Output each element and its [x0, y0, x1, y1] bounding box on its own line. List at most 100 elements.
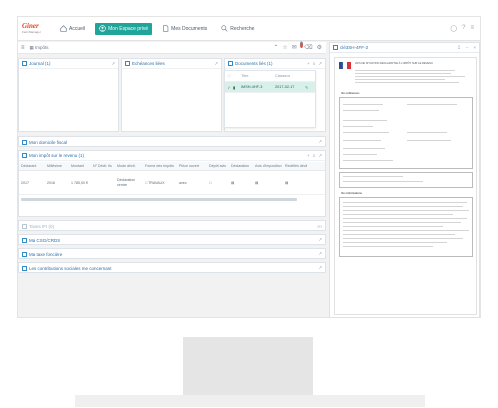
expand-icon[interactable]: ↗: [111, 61, 115, 67]
column-header[interactable]: Déclaration: [229, 164, 253, 168]
widget-header[interactable]: Documents liés (1) + ≡ ↗: [225, 59, 325, 69]
cell-declaration: ▤: [229, 181, 253, 185]
cell-mode: Déclaration centre: [115, 178, 143, 187]
folder-icon[interactable]: □: [209, 181, 211, 185]
workspace-toolbar: ≡ ▦ Impôts ⌃ ☆ ✉ 8 ⌫ ⚙: [18, 42, 326, 54]
documents-list-row[interactable]: ✓ ▮ IMSH-4HF-3 2017-02-17 ✎: [225, 82, 315, 93]
widget-header[interactable]: Taxes IFI (0) IFI: [19, 221, 325, 231]
column-header-title[interactable]: Titre: [241, 74, 275, 78]
section-label: Vos références: [341, 92, 360, 95]
column-header[interactable]: Rectifiés déclt: [283, 164, 307, 168]
horizontal-scrollbar[interactable]: [21, 198, 297, 201]
column-header-classeur[interactable]: Classeur: [275, 74, 305, 78]
column-header[interactable]: Déclarant: [19, 164, 45, 168]
search-icon: [221, 25, 228, 32]
expand-icon[interactable]: ↗: [318, 251, 322, 257]
expand-icon[interactable]: ↗: [318, 265, 322, 271]
document-icon[interactable]: ▤: [255, 181, 258, 185]
column-header[interactable]: Forme des Impôts: [143, 164, 177, 168]
cell-mode-value: Déclaration: [117, 177, 136, 182]
widget-header[interactable]: Journal (1) ↗: [19, 59, 118, 69]
logo-subtext: FarmManager: [22, 29, 41, 34]
close-icon[interactable]: ×: [473, 45, 476, 51]
app-logo[interactable]: Giner FarmManager: [22, 22, 50, 34]
widget-header[interactable]: Echéances liées ↗: [122, 59, 221, 69]
expand-icon[interactable]: ↗: [318, 153, 322, 159]
widget-header[interactable]: Ma taxe foncière ↗: [19, 249, 325, 259]
column-header[interactable]: Millésime: [45, 164, 69, 168]
add-icon[interactable]: +: [307, 153, 310, 159]
column-header[interactable]: N° Déclt. fis: [91, 164, 115, 168]
star-icon[interactable]: ☆: [282, 44, 287, 51]
journal-icon: [22, 61, 27, 66]
document-heading: AVIS DE SITUATION DÉCLARATIVE À L'IMPÔT …: [355, 62, 433, 65]
minimize-icon[interactable]: –: [466, 45, 469, 51]
row-checkbox[interactable]: ✓: [225, 85, 233, 90]
widget-title: Ma taxe foncière: [29, 251, 63, 257]
widget-header[interactable]: Mon domicile fiscal ↗: [19, 137, 325, 147]
notification-badge: 8: [299, 42, 304, 48]
column-header[interactable]: Avis d'imposition: [253, 164, 283, 168]
widget-contributions-sociales: Les contributions sociales me concernant…: [18, 262, 326, 273]
widget-title: Echéances liées: [132, 61, 165, 66]
widget-title: Journal (1): [29, 61, 51, 66]
nav-item-accueil[interactable]: Accueil: [56, 23, 89, 35]
revenus-table: Déclarant Millésime Montant N° Déclt. fi…: [19, 162, 325, 195]
cell-forme-value: TRAVAUX: [148, 180, 165, 185]
expand-icon[interactable]: ↗: [318, 61, 322, 67]
documents-dropdown-list: □ Titre Classeur ✓ ▮ IMSH-4HF-3 2017-02-…: [224, 70, 316, 128]
republic-logo-icon: [339, 62, 351, 70]
notifications-icon[interactable]: ✉ 8: [292, 42, 304, 51]
download-icon[interactable]: ↧: [457, 45, 461, 51]
breadcrumb-label: Impôts: [35, 44, 49, 50]
hamburger-menu-icon[interactable]: ≡: [21, 45, 25, 51]
expand-icon[interactable]: ↗: [214, 61, 218, 67]
filter-icon[interactable]: ≡: [313, 61, 316, 67]
folder-icon: [228, 61, 233, 66]
building-icon: [22, 251, 27, 257]
bell-icon[interactable]: ◯: [450, 25, 457, 32]
toolbar-actions: ⌃ ☆ ✉ 8 ⌫ ⚙: [273, 42, 322, 51]
filter-icon[interactable]: ≡: [313, 153, 316, 159]
footer-section-label: Vos informations: [341, 192, 362, 195]
table-row[interactable]: 2017 2016 1 785,00 € Déclaration centre □…: [19, 171, 325, 195]
column-header[interactable]: Pièce ouvert: [177, 164, 207, 168]
help-icon[interactable]: ?: [462, 25, 465, 32]
nav-item-label: Accueil: [69, 25, 86, 32]
widget-echeances: Echéances liées ↗: [121, 58, 222, 132]
edit-icon[interactable]: ✎: [305, 85, 313, 90]
nav-item-espace-prive[interactable]: Mon Espace privé: [95, 22, 153, 35]
add-icon[interactable]: +: [307, 61, 310, 67]
expand-icon[interactable]: ↗: [318, 237, 322, 243]
trash-icon[interactable]: ⌫: [304, 44, 312, 51]
breadcrumb-impots[interactable]: ▦ Impôts: [30, 45, 49, 51]
chevron-up-icon[interactable]: ⌃: [273, 44, 278, 51]
document-icon[interactable]: ▤: [285, 181, 288, 185]
settings-icon[interactable]: ⚙: [317, 44, 322, 51]
column-header[interactable]: Dépôt avis: [207, 164, 229, 168]
widget-title: Ma CSG/CRDS: [29, 237, 61, 243]
select-all-checkbox[interactable]: □: [225, 74, 233, 78]
nav-item-label: Mon Espace privé: [108, 25, 149, 32]
cell-mode-sub: centre: [117, 182, 127, 187]
nav-item-recherche[interactable]: Recherche: [217, 23, 258, 35]
widget-header[interactable]: Mon impôt sur le revenu (1) + ≡ ↗: [19, 151, 325, 161]
widget-title: Mon impôt sur le revenu (1): [29, 153, 85, 158]
nav-item-documents[interactable]: Mes Documents: [158, 23, 211, 35]
column-header[interactable]: Mode déclt.: [115, 164, 143, 168]
cell-declarant: 2017: [21, 180, 29, 185]
widget-taxes-ifi: Taxes IFI (0) IFI: [18, 220, 326, 231]
widget-header[interactable]: Ma CSG/CRDS ↗: [19, 235, 325, 245]
widget-title: Les contributions sociales me concernant: [29, 265, 112, 271]
monitor-stand: [183, 337, 313, 395]
widget-csg-crds: Ma CSG/CRDS ↗: [18, 234, 326, 245]
widget-header[interactable]: Les contributions sociales me concernant…: [19, 263, 325, 273]
nav-item-label: Recherche: [230, 25, 255, 32]
column-header[interactable]: Montant: [69, 164, 91, 168]
document-icon[interactable]: ▤: [231, 181, 234, 185]
home-icon: [60, 25, 67, 32]
contributions-icon: [22, 265, 27, 271]
tax-icon: [22, 153, 27, 158]
menu-icon[interactable]: ≡: [470, 25, 474, 32]
expand-icon[interactable]: ↗: [318, 139, 322, 145]
